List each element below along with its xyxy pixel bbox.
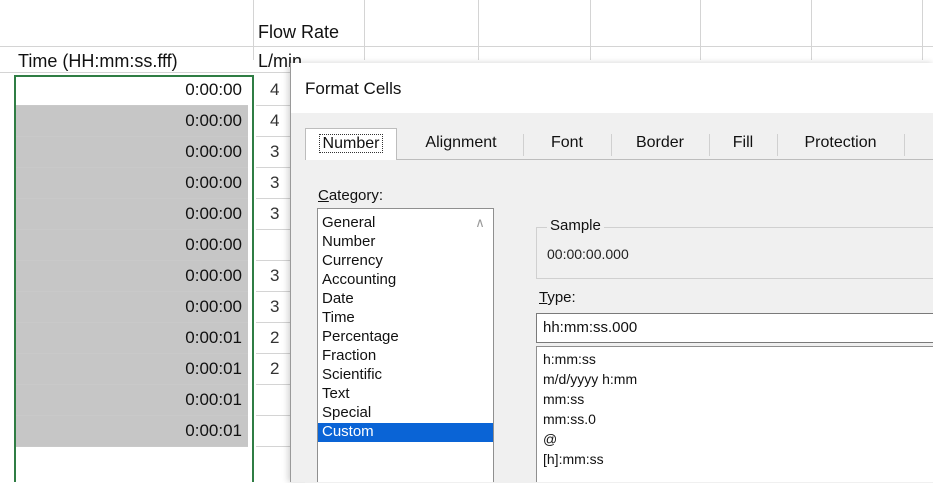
tab-protection[interactable]: Protection	[778, 128, 903, 160]
flow-rate-cell[interactable]: 3	[256, 292, 292, 323]
flow-rate-cell[interactable]: 2	[256, 323, 292, 354]
category-item[interactable]: General	[318, 214, 493, 233]
tab-border[interactable]: Border	[612, 128, 708, 160]
tab-number[interactable]: Number	[305, 128, 397, 160]
flow-rate-cell[interactable]: 4	[256, 106, 292, 137]
grid-line	[0, 46, 933, 47]
category-item[interactable]: Special	[318, 404, 493, 423]
type-option[interactable]: mm:ss.0	[543, 411, 596, 427]
flow-rate-cell[interactable]: 4	[256, 75, 292, 106]
type-option[interactable]: h:mm:ss	[543, 351, 596, 367]
type-option[interactable]: @	[543, 431, 557, 447]
flow-rate-cell[interactable]: 2	[256, 354, 292, 385]
category-item[interactable]: Currency	[318, 252, 493, 271]
sample-value: 00:00:00.000	[547, 246, 629, 262]
dialog-title-bar[interactable]: Format Cells	[291, 63, 933, 113]
grid-line	[811, 0, 812, 60]
category-item[interactable]: Custom	[318, 423, 493, 442]
category-item[interactable]: Time	[318, 309, 493, 328]
category-item[interactable]: Percentage	[318, 328, 493, 347]
flow-rate-cell[interactable]: 3	[256, 199, 292, 230]
scroll-up-icon[interactable]: ∧	[470, 213, 490, 233]
flow-rate-cell[interactable]	[256, 416, 292, 447]
header-time[interactable]: Time (HH:mm:ss.fff)	[18, 51, 178, 72]
flow-rate-cell[interactable]: 3	[256, 261, 292, 292]
sample-label: Sample	[547, 217, 604, 234]
type-option[interactable]: mm:ss	[543, 391, 584, 407]
category-item[interactable]: Number	[318, 233, 493, 252]
type-option[interactable]: [h]:mm:ss	[543, 451, 604, 467]
category-item[interactable]: Text	[318, 385, 493, 404]
category-label: Category:	[318, 187, 384, 204]
tab-font[interactable]: Font	[524, 128, 610, 160]
tab-fill[interactable]: Fill	[710, 128, 776, 160]
grid-line	[700, 0, 701, 60]
type-option[interactable]: m/d/yyyy h:mm	[543, 371, 637, 387]
type-input[interactable]: hh:mm:ss.000	[536, 313, 933, 343]
flow-rate-cell[interactable]	[256, 385, 292, 416]
selection-outline	[14, 75, 254, 482]
category-item[interactable]: Scientific	[318, 366, 493, 385]
header-flow-rate[interactable]: Flow Rate	[258, 22, 339, 43]
sample-group: Sample 00:00:00.000	[536, 217, 933, 279]
dialog-title: Format Cells	[305, 79, 402, 98]
flow-rate-cell[interactable]: 3	[256, 137, 292, 168]
type-label: Type:	[539, 289, 576, 306]
category-item[interactable]: Date	[318, 290, 493, 309]
flow-rate-cell[interactable]: 3	[256, 168, 292, 199]
grid-line	[253, 0, 254, 60]
category-item[interactable]: Accounting	[318, 271, 493, 290]
type-listbox[interactable]: h:mm:ss m/d/yyyy h:mm mm:ss mm:ss.0 @ [h]:mm:…	[536, 346, 933, 482]
grid-line	[364, 0, 365, 60]
tab-alignment[interactable]: Alignment	[400, 128, 522, 160]
category-item[interactable]: Fraction	[318, 347, 493, 366]
flow-rate-cell[interactable]	[256, 230, 292, 261]
grid-line	[590, 0, 591, 60]
format-cells-dialog: Format Cells Number Alignment Font Borde…	[290, 63, 933, 483]
grid-line	[478, 0, 479, 60]
category-listbox[interactable]: General Number Currency Accounting Date Time P…	[317, 208, 494, 482]
grid-line	[922, 0, 923, 60]
